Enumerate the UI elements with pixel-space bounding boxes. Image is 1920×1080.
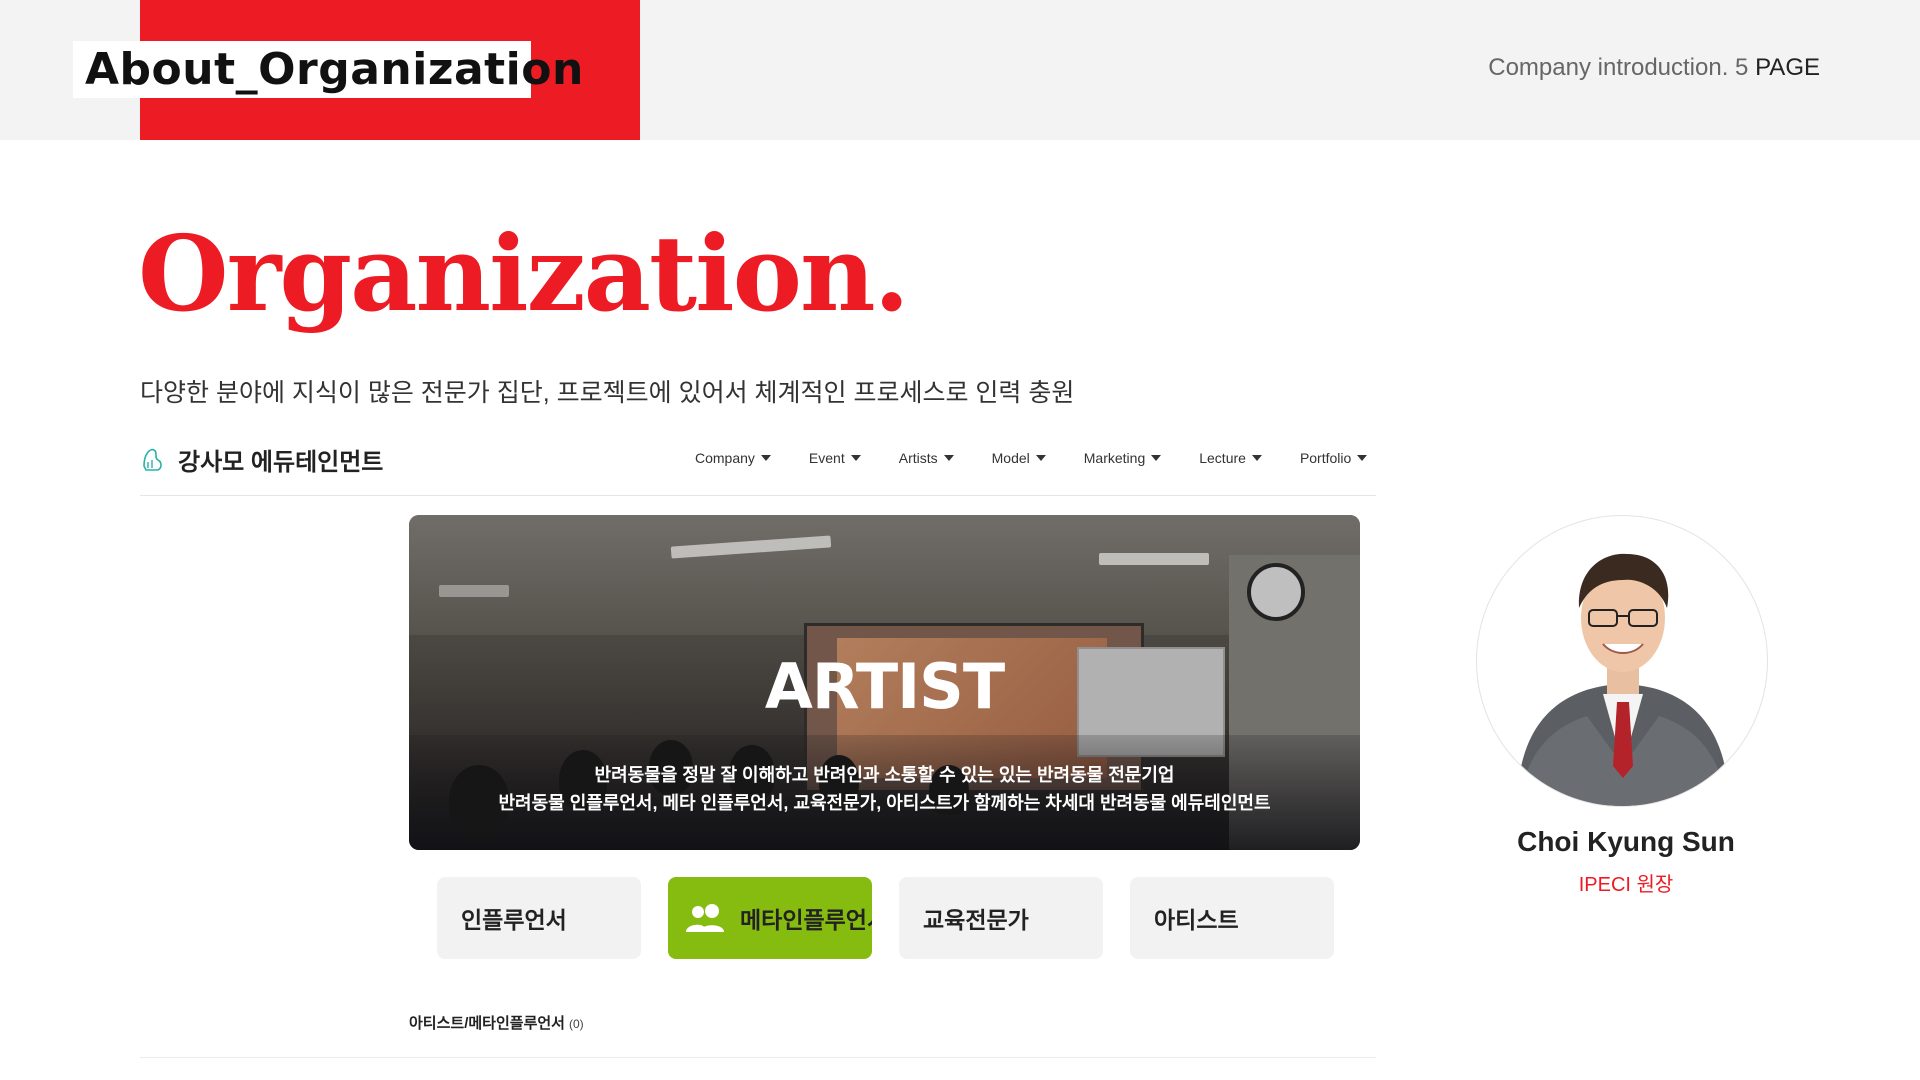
page-info-text: Company introduction. 5 <box>1488 54 1749 81</box>
category-label: 교육전문가 <box>923 907 1029 933</box>
nav-item-portfolio[interactable]: Portfolio <box>1299 450 1368 466</box>
caret-down-icon <box>760 455 771 461</box>
avatar <box>1517 553 1729 806</box>
hero-banner: ARTIST 반려동물을 정말 잘 이해하고 반려인과 소통할 수 있는 있는 … <box>409 515 1360 850</box>
category-button-meta-influencer[interactable]: 메타인플루언서 <box>668 877 872 959</box>
site-header: 강사모 에듀테인먼트 Company Event Artists Model M… <box>140 432 1376 496</box>
page-label: PAGE <box>1755 54 1820 81</box>
category-label: 메타인플루언서 <box>740 907 872 933</box>
nav-label: Artists <box>898 450 938 466</box>
divider <box>140 1057 1376 1058</box>
section-tag: About_Organization <box>73 41 583 98</box>
nav-item-model[interactable]: Model <box>992 450 1046 466</box>
nav-item-lecture[interactable]: Lecture <box>1199 450 1262 466</box>
caret-down-icon <box>943 455 954 461</box>
page-title: Organization. <box>138 212 910 335</box>
category-button-education-expert[interactable]: 교육전문가 <box>899 877 1103 959</box>
category-button-artist[interactable]: 아티스트 <box>1130 877 1334 959</box>
hero-line-2: 반려동물 인플루언서, 메타 인플루언서, 교육전문가, 아티스트가 함께하는 … <box>498 793 1271 813</box>
people-icon <box>686 904 724 932</box>
category-label: 아티스트 <box>1154 907 1239 933</box>
nav-label: Lecture <box>1199 450 1246 466</box>
caret-down-icon <box>1035 455 1046 461</box>
site-nav: Company Event Artists Model Marketing Le… <box>695 450 1368 466</box>
page-info: Company introduction. 5 PAGE <box>1488 54 1820 82</box>
nav-label: Event <box>808 450 845 466</box>
nav-label: Portfolio <box>1299 450 1352 466</box>
nav-label: Company <box>695 450 755 466</box>
list-heading: 아티스트/메타인플루언서 (0) <box>409 1012 584 1033</box>
caret-down-icon <box>850 455 861 461</box>
site-logo-text[interactable]: 강사모 에듀테인먼트 <box>178 442 383 477</box>
nav-item-marketing[interactable]: Marketing <box>1083 450 1162 466</box>
nav-item-event[interactable]: Event <box>809 450 861 466</box>
caret-down-icon <box>1357 455 1368 461</box>
profile-name: Choi Kyung Sun <box>1517 826 1735 857</box>
nav-item-artists[interactable]: Artists <box>899 450 954 466</box>
hero-title: ARTIST <box>764 650 1005 723</box>
caret-down-icon <box>1251 455 1262 461</box>
profile-photo <box>1476 515 1768 807</box>
list-count: (0) <box>568 1017 584 1031</box>
category-label: 인플루언서 <box>461 907 567 933</box>
profile-role: IPECI 원장 <box>1578 874 1674 896</box>
nav-label: Marketing <box>1083 450 1146 466</box>
hero-line-1: 반려동물을 정말 잘 이해하고 반려인과 소통할 수 있는 있는 반려동물 전문… <box>594 765 1175 785</box>
nav-label: Model <box>991 450 1030 466</box>
page-subtitle: 다양한 분야에 지식이 많은 전문가 집단, 프로젝트에 있어서 체계적인 프로… <box>140 379 1075 407</box>
category-button-influencer[interactable]: 인플루언서 <box>437 877 641 959</box>
caret-down-icon <box>1151 455 1162 461</box>
list-heading-label: 아티스트/메타인플루언서 <box>409 1015 565 1032</box>
logo-icon[interactable] <box>140 444 164 472</box>
nav-item-company[interactable]: Company <box>695 450 771 466</box>
